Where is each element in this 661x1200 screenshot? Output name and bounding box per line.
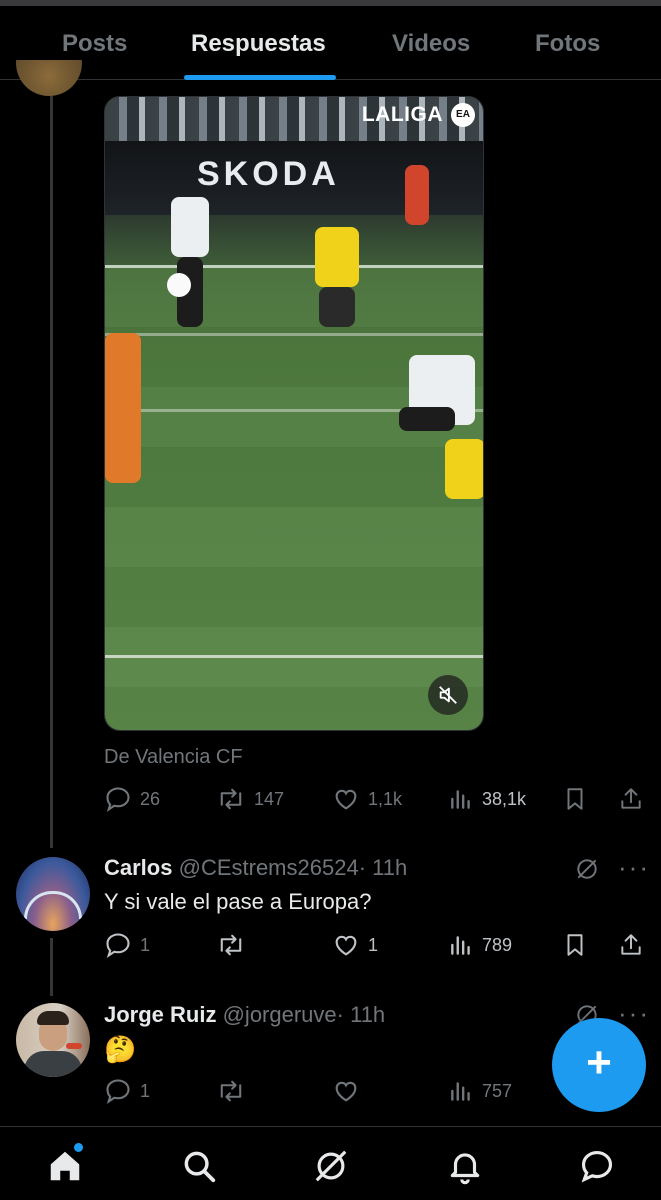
video-player[interactable]: SKODA LALIGA EA	[104, 96, 484, 731]
reply-icon	[106, 933, 130, 959]
like-icon	[335, 1081, 357, 1102]
repost-button[interactable]	[216, 1076, 254, 1106]
views-count: 38,1k	[482, 788, 527, 809]
thread-connector	[50, 96, 53, 848]
goalkeeper-figure	[105, 333, 141, 483]
post-text: Y si vale el pase a Europa?	[104, 889, 372, 914]
like-count: 1,1k	[368, 788, 403, 809]
like-button[interactable]: 1	[332, 930, 378, 960]
author-handle[interactable]: @CEstrems26524	[179, 855, 359, 880]
bookmark-button[interactable]	[562, 930, 588, 960]
grok-icon	[577, 859, 597, 879]
ad-board-text: SKODA	[197, 155, 340, 193]
share-icon	[621, 934, 641, 955]
nav-notifications[interactable]	[446, 1147, 484, 1190]
player-figure	[171, 197, 209, 257]
views-count: 789	[482, 934, 513, 955]
post-header: Jorge Ruiz @jorgeruve· 11h	[104, 1002, 385, 1028]
views-count: 757	[482, 1080, 513, 1101]
like-icon	[335, 789, 357, 810]
repost-icon	[220, 934, 242, 956]
views-icon	[451, 1082, 470, 1101]
share-button[interactable]	[618, 784, 644, 814]
avatar[interactable]	[16, 1003, 90, 1077]
author-name[interactable]: Jorge Ruiz	[104, 1002, 216, 1027]
more-icon: ···	[618, 852, 650, 882]
repost-icon	[220, 1080, 242, 1102]
ball	[167, 273, 191, 297]
home-icon	[50, 1151, 80, 1181]
reply-count: 1	[140, 934, 151, 955]
nav-messages[interactable]	[578, 1147, 616, 1190]
tab-fotos[interactable]: Fotos	[535, 30, 600, 58]
repost-count: 147	[254, 788, 285, 809]
grok-button[interactable]	[574, 856, 600, 887]
post-actions: 26 147 1,1k 38,1k	[104, 784, 644, 814]
post-time: · 11h	[336, 1002, 386, 1027]
reply-icon	[106, 1079, 130, 1105]
reply-button[interactable]: 1	[104, 930, 150, 960]
reply-button[interactable]: 1	[104, 1076, 150, 1106]
ea-logo: EA	[451, 103, 475, 127]
reply-icon	[106, 787, 130, 813]
mute-icon	[439, 686, 457, 704]
nav-home[interactable]	[46, 1147, 84, 1190]
search-icon	[184, 1151, 216, 1183]
grok-icon	[315, 1150, 347, 1182]
bookmark-icon	[567, 788, 583, 810]
tab-posts[interactable]: Posts	[62, 30, 127, 58]
post-time: · 11h	[358, 855, 408, 880]
more-button[interactable]: ···	[618, 854, 650, 880]
views-button[interactable]: 757	[448, 1076, 512, 1106]
tab-respuestas[interactable]: Respuestas	[191, 30, 326, 58]
compose-button[interactable]: +	[552, 1018, 646, 1112]
reply-count: 1	[140, 1080, 151, 1101]
views-button[interactable]: 38,1k	[448, 784, 526, 814]
post-header: Carlos @CEstrems26524· 11h	[104, 855, 407, 881]
like-button[interactable]: 1,1k	[332, 784, 402, 814]
author-name[interactable]: Carlos	[104, 855, 172, 880]
thread-connector	[50, 938, 53, 996]
views-icon	[451, 790, 470, 809]
reply-count: 26	[140, 788, 161, 809]
nav-search[interactable]	[180, 1147, 218, 1190]
active-tab-indicator	[184, 75, 336, 80]
video-source-label[interactable]: De Valencia CF	[104, 746, 243, 769]
mute-button[interactable]	[428, 675, 468, 715]
author-handle[interactable]: @jorgeruve	[223, 1002, 337, 1027]
views-button[interactable]: 789	[448, 930, 512, 960]
compose-plus-label: +	[586, 1038, 612, 1087]
notification-dot	[74, 1143, 83, 1152]
like-count: 1	[368, 934, 379, 955]
player-figure	[315, 227, 359, 287]
like-button[interactable]	[332, 1076, 368, 1106]
avatar[interactable]	[16, 857, 90, 931]
status-strip	[0, 0, 661, 6]
views-icon	[451, 936, 470, 955]
messages-icon	[581, 1150, 613, 1183]
bottom-navigation	[0, 1126, 661, 1200]
share-icon	[621, 788, 641, 809]
post-actions: 1 1 789	[104, 930, 644, 960]
reply-button[interactable]: 26	[104, 784, 160, 814]
tab-videos[interactable]: Videos	[392, 30, 470, 58]
nav-grok[interactable]	[312, 1147, 350, 1190]
avatar[interactable]	[16, 60, 82, 96]
bookmark-button[interactable]	[562, 784, 588, 814]
share-button[interactable]	[618, 930, 644, 960]
post-text: 🤔	[104, 1034, 137, 1064]
like-icon	[335, 935, 357, 956]
repost-button[interactable]	[216, 930, 254, 960]
bell-icon	[450, 1153, 480, 1185]
player-figure	[445, 439, 483, 499]
referee-figure	[405, 165, 429, 225]
bookmark-icon	[567, 934, 583, 956]
profile-tab-bar: Posts Respuestas Videos Fotos	[0, 0, 661, 80]
repost-icon	[220, 788, 242, 810]
repost-button[interactable]: 147	[216, 784, 284, 814]
laliga-logo-text: LALIGA	[361, 103, 443, 126]
